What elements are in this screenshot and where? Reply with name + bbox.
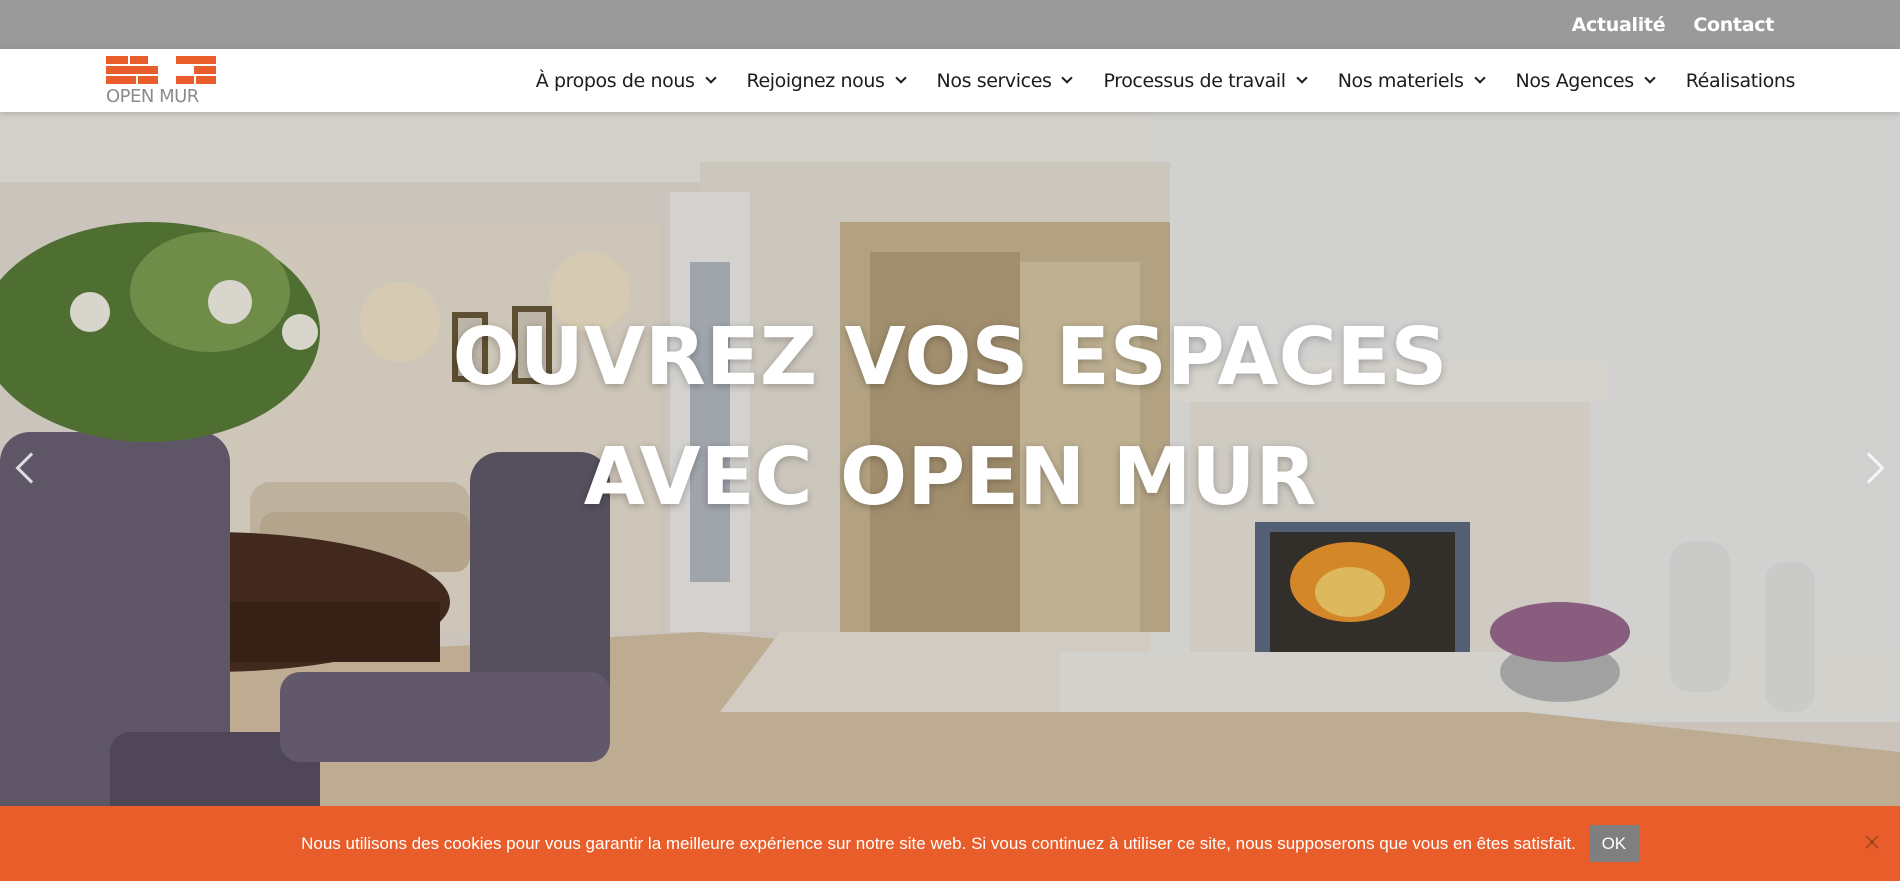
- cookie-ok-button[interactable]: OK: [1588, 825, 1639, 862]
- chevron-down-icon: [1296, 72, 1308, 84]
- nav-item-realisations[interactable]: Réalisations: [1670, 69, 1796, 92]
- nav-item-label: Nos services: [936, 69, 1052, 92]
- chevron-down-icon: [704, 72, 717, 84]
- chevron-down-icon: [1644, 72, 1656, 84]
- site-logo[interactable]: OPEN MUR: [106, 56, 216, 108]
- logo-bricks-icon: [106, 56, 216, 86]
- topbar-link-actualite[interactable]: Actualité: [1572, 14, 1666, 36]
- chevron-down-icon: [1473, 72, 1486, 84]
- nav-item-nos-materiels[interactable]: Nos materiels: [1322, 70, 1500, 92]
- nav-item-label: Processus de travail: [1103, 69, 1286, 92]
- hero-title: OUVREZ VOS ESPACES AVEC OPEN MUR: [452, 311, 1448, 523]
- chevron-down-icon: [894, 72, 907, 84]
- nav-item-label: Nos Agences: [1515, 69, 1635, 92]
- nav-item-processus[interactable]: Processus de travail: [1087, 70, 1321, 92]
- top-utility-bar: Actualité Contact: [0, 0, 1900, 49]
- cookie-banner: Nous utilisons des cookies pour vous gar…: [0, 806, 1900, 881]
- logo-text: OPEN MUR: [106, 86, 199, 107]
- chevron-down-icon: [1061, 72, 1074, 84]
- cookie-message: Nous utilisons des cookies pour vous gar…: [301, 833, 1576, 853]
- nav-item-label: Nos materiels: [1337, 69, 1464, 92]
- nav-item-label: À propos de nous: [535, 69, 695, 92]
- nav-item-a-propos[interactable]: À propos de nous: [520, 70, 731, 92]
- main-header: OPEN MUR À propos de nous Rejoignez nous…: [0, 49, 1900, 112]
- hero-slider: OUVREZ VOS ESPACES AVEC OPEN MUR: [0, 112, 1900, 881]
- nav-item-label: Rejoignez nous: [746, 69, 885, 92]
- nav-item-nos-services[interactable]: Nos services: [921, 70, 1088, 92]
- topbar-link-contact[interactable]: Contact: [1693, 14, 1774, 36]
- nav-item-nos-agences[interactable]: Nos Agences: [1500, 70, 1670, 92]
- main-nav: À propos de nous Rejoignez nous Nos serv…: [520, 49, 1796, 112]
- nav-item-label: Réalisations: [1685, 69, 1796, 92]
- close-icon[interactable]: [1864, 834, 1880, 850]
- nav-item-rejoignez-nous[interactable]: Rejoignez nous: [731, 70, 921, 92]
